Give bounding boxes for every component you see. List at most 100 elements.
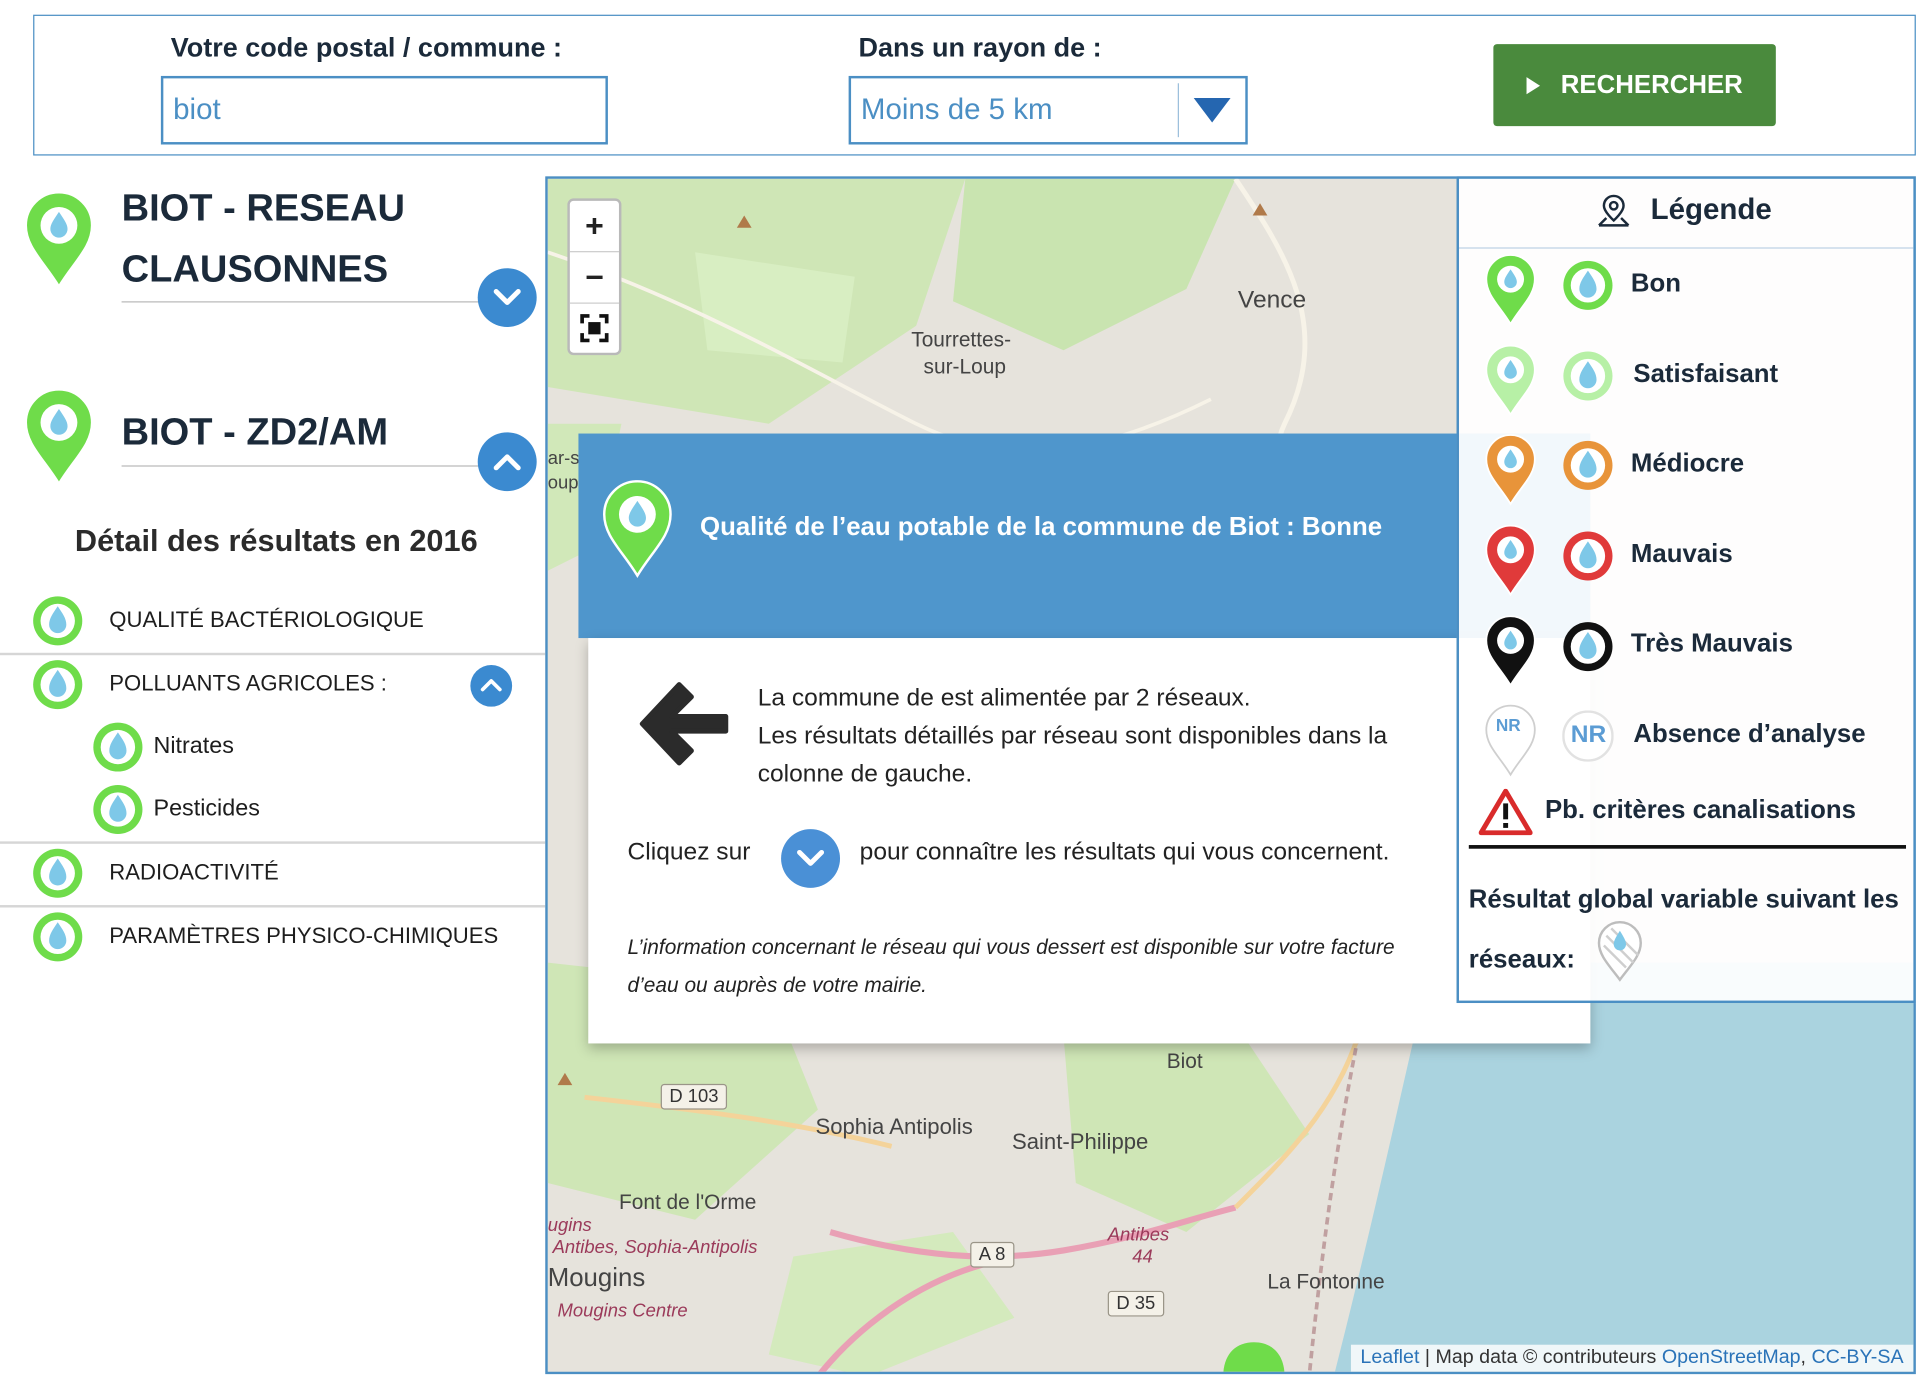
road-label: 44 <box>1132 1246 1153 1268</box>
license-link[interactable]: CC-BY-SA <box>1811 1347 1903 1368</box>
network-title-line2: CLAUSONNES <box>121 247 389 291</box>
attribution-comma: , <box>1800 1347 1812 1368</box>
place-label: Font de l'Orme <box>618 1190 757 1214</box>
popup-line: colonne de gauche. <box>757 760 973 788</box>
expand-network-button[interactable] <box>477 268 537 327</box>
legend-label-very-bad: Très Mauvais <box>1630 629 1793 658</box>
marker-mediocre-icon <box>1485 434 1536 506</box>
water-drop-icon <box>33 848 83 898</box>
legend-label-no-analysis: Absence d’analyse <box>1633 720 1866 749</box>
divider <box>121 465 527 467</box>
water-drop-icon <box>33 912 83 962</box>
marker-no-analysis-icon <box>1485 704 1536 777</box>
popup-click-hint-end: pour connaître les résultats qui vous co… <box>859 838 1390 866</box>
drop-very-bad-icon <box>1563 622 1613 672</box>
popup-title: Qualité de l’eau potable de la commune d… <box>700 513 1383 542</box>
collapse-network-button[interactable] <box>477 432 537 492</box>
search-form: Votre code postal / commune : biot Dans … <box>33 14 1916 156</box>
popup-header: Qualité de l’eau potable de la commune d… <box>578 433 1591 639</box>
fullscreen-icon <box>580 314 609 343</box>
map-marker-icon <box>1598 194 1630 227</box>
osm-link[interactable]: OpenStreetMap <box>1662 1347 1801 1368</box>
place-label: Mougins <box>547 1263 646 1293</box>
drop-satisfactory-icon <box>1563 351 1613 401</box>
network-quality-marker-icon <box>24 191 94 289</box>
water-drop-icon <box>93 785 143 835</box>
network-title-line1: BIOT - RESEAU <box>121 186 406 230</box>
marker-good-icon <box>1485 254 1536 326</box>
search-button[interactable]: RECHERCHER <box>1493 44 1776 127</box>
road-label: D 103 <box>660 1083 728 1110</box>
place-label: oup <box>547 472 579 494</box>
italic-place-label: Antibes, Sophia-Antipolis <box>552 1236 758 1258</box>
collapse-pollutants-button[interactable] <box>470 665 513 707</box>
marker-bad-icon <box>1485 524 1536 597</box>
place-label: Vence <box>1237 286 1307 314</box>
warning-icon <box>1478 788 1533 836</box>
chevron-down-icon <box>493 289 521 305</box>
radius-select[interactable]: Moins de 5 km <box>848 75 1248 145</box>
drop-mediocre-icon <box>1563 440 1613 490</box>
legend-note-text: Résultat global variable suivant les rés… <box>1468 885 1899 974</box>
water-drop-icon <box>33 596 83 646</box>
leaflet-link[interactable]: Leaflet <box>1360 1347 1419 1368</box>
postal-code-label: Votre code postal / commune : <box>170 31 563 63</box>
popup-footnote: L’information concernant le réseau qui v… <box>628 928 1395 1004</box>
popup-network-count: La commune de est alimentée par 2 réseau… <box>758 680 1387 794</box>
radius-selected-value: Moins de 5 km <box>860 93 1053 127</box>
road-label: A 8 <box>970 1241 1015 1268</box>
result-bacteriological: QUALITÉ BACTÉRIOLOGIQUE <box>109 607 424 632</box>
legend-label-bad: Mauvais <box>1630 540 1733 569</box>
place-label: Tourrettes- <box>911 328 1012 352</box>
variable-result-icon <box>1597 920 1642 982</box>
drop-good-icon <box>1563 260 1613 310</box>
network-quality-marker-icon <box>24 388 94 487</box>
result-physico-chemical: PARAMÈTRES PHYSICO-CHIMIQUES <box>109 923 499 948</box>
divider <box>1468 845 1907 849</box>
result-agricultural-pollutants: POLLUANTS AGRICOLES : <box>109 671 387 696</box>
popup-body: La commune de est alimentée par 2 réseau… <box>588 638 1591 1044</box>
popup-line: Les résultats détaillés par réseau sont … <box>757 722 1388 750</box>
zoom-control: + − <box>567 198 622 356</box>
zoom-out-button[interactable]: − <box>570 252 619 302</box>
zoom-in-button[interactable]: + <box>570 201 619 251</box>
dropdown-arrow-icon[interactable] <box>1193 97 1231 123</box>
attribution-text: | Map data © contributeurs <box>1419 1347 1662 1368</box>
marker-satisfactory-icon <box>1485 344 1536 417</box>
drop-bad-icon <box>1563 531 1613 581</box>
result-radioactivity: RADIOACTIVITÉ <box>109 859 279 885</box>
drop-nr-text: NR <box>1570 721 1607 749</box>
water-drop-icon <box>93 722 143 772</box>
postal-code-input[interactable]: biot <box>160 75 608 145</box>
result-nitrates: Nitrates <box>153 733 234 760</box>
result-pesticides: Pesticides <box>153 796 260 822</box>
legend-label-good: Bon <box>1630 269 1682 298</box>
arrow-left-icon <box>639 682 729 766</box>
place-label: Sophia Antipolis <box>815 1114 973 1139</box>
play-icon <box>1526 77 1541 95</box>
divider <box>0 905 546 908</box>
select-divider <box>1177 83 1179 138</box>
divider <box>121 301 527 303</box>
results-sidebar: BIOT - RESEAU CLAUSONNES BIOT - ZD2/AM D… <box>0 171 546 1390</box>
road-label: D 35 <box>1107 1290 1164 1317</box>
chevron-up-icon <box>493 454 521 471</box>
place-label: sur-Loup <box>923 355 1006 379</box>
popup-footnote-line: d’eau ou auprès de votre mairie. <box>627 973 927 997</box>
chevron-up-icon <box>480 679 502 692</box>
place-label: Biot <box>1166 1049 1203 1073</box>
popup-line: La commune de est alimentée par 2 réseau… <box>757 684 1251 712</box>
results-year-heading: Détail des résultats en 2016 <box>74 524 478 559</box>
divider <box>1458 247 1914 249</box>
fullscreen-button[interactable] <box>570 304 619 354</box>
water-drop-icon <box>33 660 83 710</box>
divider <box>0 652 546 656</box>
italic-place-label: Mougins Centre <box>557 1300 688 1322</box>
expand-example-button[interactable] <box>781 829 841 888</box>
map-attribution: Leaflet | Map data © contributeurs OpenS… <box>1350 1344 1914 1372</box>
italic-place-label: Antibes <box>1107 1224 1170 1246</box>
place-label: La Fontonne <box>1267 1270 1385 1294</box>
marker-nr-text: NR <box>1495 715 1521 735</box>
legend-title: Légende <box>1650 193 1772 227</box>
chevron-down-icon <box>797 849 825 866</box>
